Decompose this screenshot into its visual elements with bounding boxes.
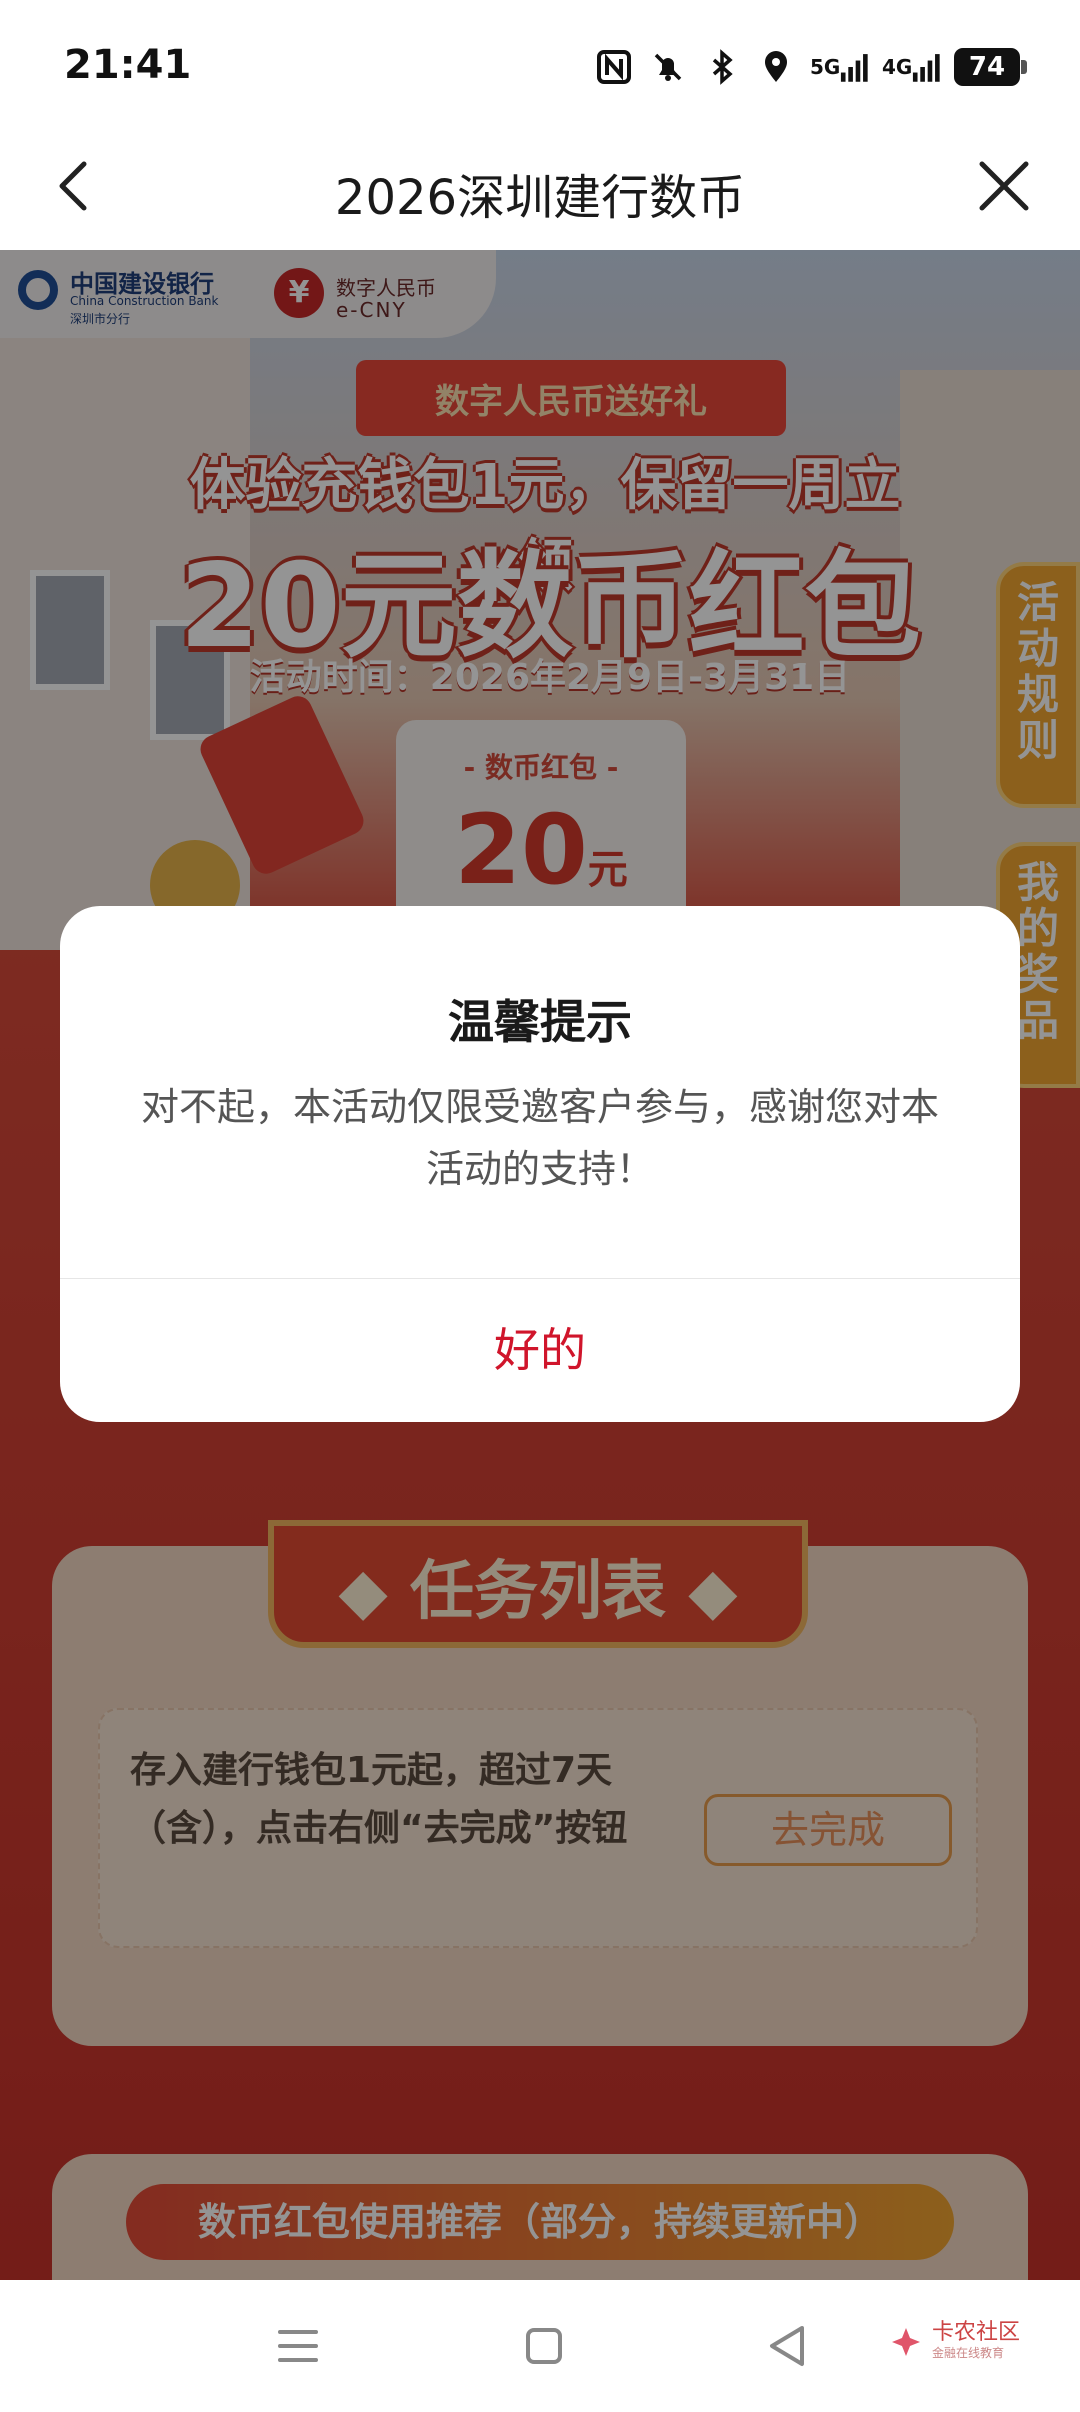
nfc-icon	[594, 47, 634, 87]
signal-4g-icon: 4G	[882, 47, 940, 87]
dialog-message: 对不起，本活动仅限受邀客户参与，感谢您对本活动的支持！	[140, 1085, 939, 1191]
network-5g-label: 5G	[810, 55, 841, 79]
dialog-title: 温馨提示	[448, 995, 632, 1049]
bluetooth-icon	[702, 47, 742, 87]
nav-back-button[interactable]	[752, 2310, 824, 2382]
close-icon	[979, 161, 1029, 211]
home-square-icon	[526, 2328, 562, 2364]
battery-icon: 74	[954, 48, 1027, 86]
watermark-subtitle: 金融在线教育	[931, 2346, 1004, 2360]
page-title: 2026深圳建行数币	[334, 170, 746, 226]
title-bar: 2026深圳建行数币	[0, 128, 1080, 250]
status-time: 21:41	[64, 42, 192, 88]
bell-muted-icon	[648, 47, 688, 87]
watermark-logo-icon	[891, 2327, 920, 2356]
watermark-text: 卡农社区 金融在线教育	[932, 2322, 1020, 2361]
watermark: 卡农社区 金融在线教育	[888, 2322, 1020, 2361]
notice-dialog: 温馨提示 对不起，本活动仅限受邀客户参与，感谢您对本活动的支持！ 好的	[60, 906, 1020, 1422]
network-4g-label: 4G	[882, 55, 913, 79]
back-triangle-icon	[770, 2326, 804, 2366]
dialog-ok-button[interactable]: 好的	[60, 1278, 1020, 1422]
watermark-name: 卡农社区	[931, 2320, 1020, 2345]
close-button[interactable]	[968, 150, 1040, 222]
location-icon	[756, 47, 796, 87]
nav-home-button[interactable]	[508, 2310, 580, 2382]
status-bar: 21:41 5G 4G 74	[0, 0, 1080, 128]
status-icons: 5G 4G 74	[594, 44, 1027, 90]
nav-menu-button[interactable]	[262, 2310, 334, 2382]
signal-5g-icon: 5G	[810, 47, 868, 87]
menu-icon	[278, 2330, 318, 2362]
